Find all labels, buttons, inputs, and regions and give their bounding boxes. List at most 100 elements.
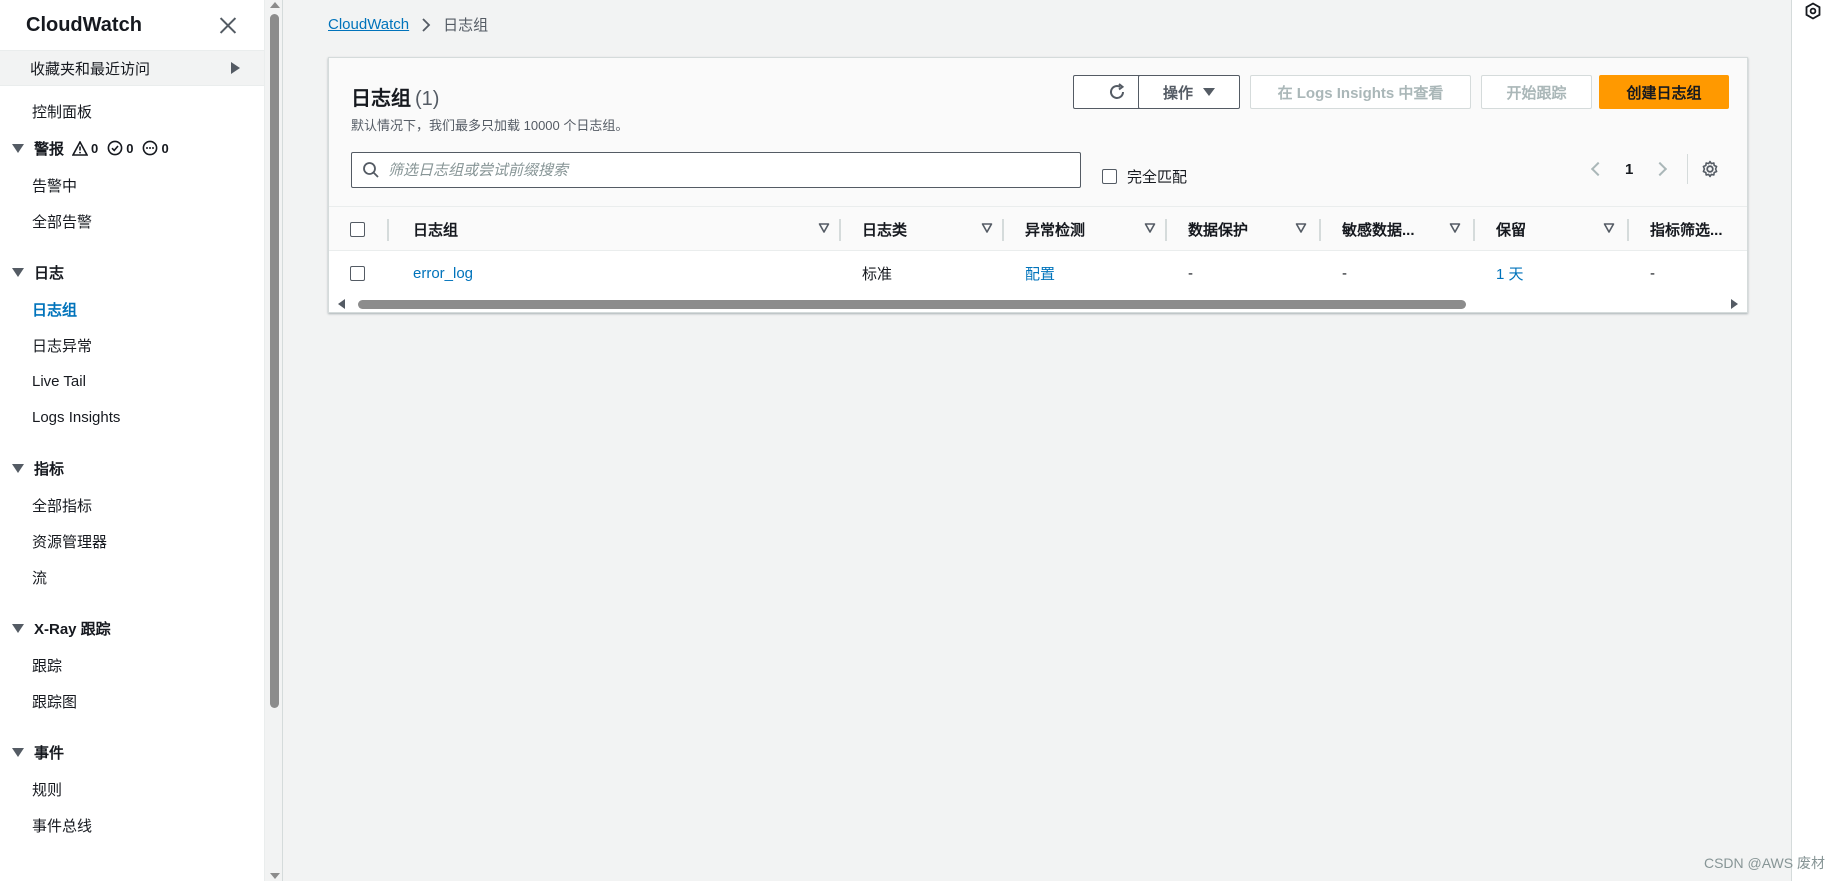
right-tools-rail [1791,0,1837,881]
sensitive-data-cell: - [1342,264,1347,282]
sidebar-item-explorer[interactable]: 资源管理器 [0,523,264,559]
sidebar-section-alarms[interactable]: 警报 0 0 0 [0,129,264,167]
sidebar-item-in-alarm[interactable]: 告警中 [0,167,264,203]
settings-hexagon-icon[interactable] [1804,2,1822,20]
filter-log-groups-input[interactable] [388,154,1080,186]
column-header-metric-filters[interactable]: 指标筛选... [1650,207,1723,252]
check-circle-icon [107,140,123,156]
row-checkbox[interactable] [350,265,365,281]
scrollbar-thumb[interactable] [358,300,1466,309]
side-navigation: CloudWatch 收藏夹和最近访问 控制面板 警报 0 0 0 告警中 全部… [0,0,265,881]
table-header: 日志组 日志类 异常检测 数据保护 敏感数据... 保留 指标筛选... [329,206,1747,251]
insufficient-count: 0 [161,140,169,156]
gear-icon[interactable] [1700,159,1720,179]
sidebar-section-label: 警报 [34,140,65,158]
sidebar-item-rules[interactable]: 规则 [0,771,264,807]
search-icon [363,162,379,178]
sidebar-item-dashboard[interactable]: 控制面板 [0,93,264,129]
sidebar-section-xray[interactable]: X-Ray 跟踪 [0,609,264,647]
scrollbar-thumb[interactable] [270,14,279,708]
column-header-sensitive-data[interactable]: 敏感数据... [1342,207,1415,252]
scroll-down-arrow-icon[interactable] [270,873,280,879]
page-number[interactable]: 1 [1625,161,1633,178]
retention-link[interactable]: 1 天 [1496,251,1524,295]
exact-match-checkbox[interactable] [1102,169,1117,184]
sidebar-section-label: 指标 [34,460,65,478]
breadcrumb: CloudWatch 日志组 [328,14,488,35]
view-in-logs-insights-button[interactable]: 在 Logs Insights 中查看 [1250,75,1471,109]
metric-filters-cell: - [1650,264,1655,282]
column-divider[interactable] [1627,219,1629,241]
sidebar-item-event-buses[interactable]: 事件总线 [0,807,264,843]
chevron-right-icon[interactable] [1653,161,1668,177]
column-divider [387,219,389,241]
configure-anomaly-link[interactable]: 配置 [1025,251,1055,295]
caret-down-icon [12,623,24,633]
chevron-left-icon[interactable] [1590,161,1606,177]
row-select-cell [350,251,365,295]
sidebar-section-events[interactable]: 事件 [0,733,264,771]
scroll-up-arrow-icon[interactable] [270,2,280,8]
exact-match-toggle[interactable]: 完全匹配 [1102,166,1187,187]
breadcrumb-root-link[interactable]: CloudWatch [328,16,409,33]
column-header-anomaly-detection[interactable]: 异常检测 [1025,207,1085,252]
sort-icon[interactable] [1144,222,1156,234]
favorites-label: 收藏夹和最近访问 [30,60,151,78]
warning-icon [72,140,89,156]
table-row: error_log 标准 配置 - - 1 天 - [329,251,1747,295]
sidebar-scrollbar[interactable] [266,0,283,881]
sidebar-section-logs[interactable]: 日志 [0,253,264,291]
column-header-data-protection[interactable]: 数据保护 [1188,207,1248,252]
pagination: 1 [1590,154,1720,184]
sidebar-header: CloudWatch [0,0,264,50]
sidebar-item-all-metrics[interactable]: 全部指标 [0,487,264,523]
actions-dropdown-button[interactable]: 操作 [1138,75,1240,109]
alarm-badge: 0 [72,140,99,156]
column-divider[interactable] [1002,219,1004,241]
start-tailing-button[interactable]: 开始跟踪 [1481,75,1592,109]
column-header-retention[interactable]: 保留 [1496,207,1526,252]
sidebar-section-metrics[interactable]: 指标 [0,449,264,487]
scroll-left-arrow-icon[interactable] [338,299,345,309]
caret-down-icon [12,143,24,153]
ellipsis-circle-icon [143,140,158,156]
panel-description: 默认情况下，我们最多只加载 10000 个日志组。 [351,118,629,133]
sort-icon[interactable] [1603,222,1615,234]
scroll-right-arrow-icon[interactable] [1731,299,1738,309]
sort-icon[interactable] [818,222,830,234]
sidebar-item-logs-insights[interactable]: Logs Insights [0,399,264,435]
sidebar-title[interactable]: CloudWatch [26,14,142,37]
panel-count: (1) [415,88,440,110]
sidebar-item-log-groups[interactable]: 日志组 [0,291,264,327]
close-icon[interactable] [218,15,238,35]
sort-icon[interactable] [1295,222,1307,234]
insufficient-badge: 0 [142,140,169,156]
filter-search-box [351,152,1081,188]
column-divider[interactable] [1473,219,1475,241]
sidebar-item-log-anomalies[interactable]: 日志异常 [0,327,264,363]
column-divider[interactable] [839,219,841,241]
create-log-group-button[interactable]: 创建日志组 [1599,75,1729,109]
column-divider[interactable] [1165,219,1167,241]
sidebar-item-all-alarms[interactable]: 全部告警 [0,203,264,239]
sidebar-item-trace-map[interactable]: 跟踪图 [0,683,264,719]
column-header-log-class[interactable]: 日志类 [862,207,907,252]
log-group-link[interactable]: error_log [413,251,473,295]
select-all-checkbox[interactable] [350,222,365,237]
panel-title: 日志组 (1) [351,82,439,111]
sidebar-section-label: X-Ray 跟踪 [34,620,111,638]
sidebar-section-label: 事件 [34,744,65,762]
alarm-count: 0 [91,140,99,156]
data-protection-cell: - [1188,264,1193,282]
column-header-log-group[interactable]: 日志组 [413,207,458,252]
table-horizontal-scrollbar[interactable] [329,295,1747,313]
column-divider[interactable] [1319,219,1321,241]
sort-icon[interactable] [981,222,993,234]
sidebar-item-traces[interactable]: 跟踪 [0,647,264,683]
sidebar-item-streams[interactable]: 流 [0,559,264,595]
ok-count: 0 [126,140,134,156]
favorites-toggle[interactable]: 收藏夹和最近访问 [0,50,264,86]
sort-icon[interactable] [1449,222,1461,234]
chevron-right-icon [422,17,431,32]
sidebar-item-live-tail[interactable]: Live Tail [0,363,264,399]
